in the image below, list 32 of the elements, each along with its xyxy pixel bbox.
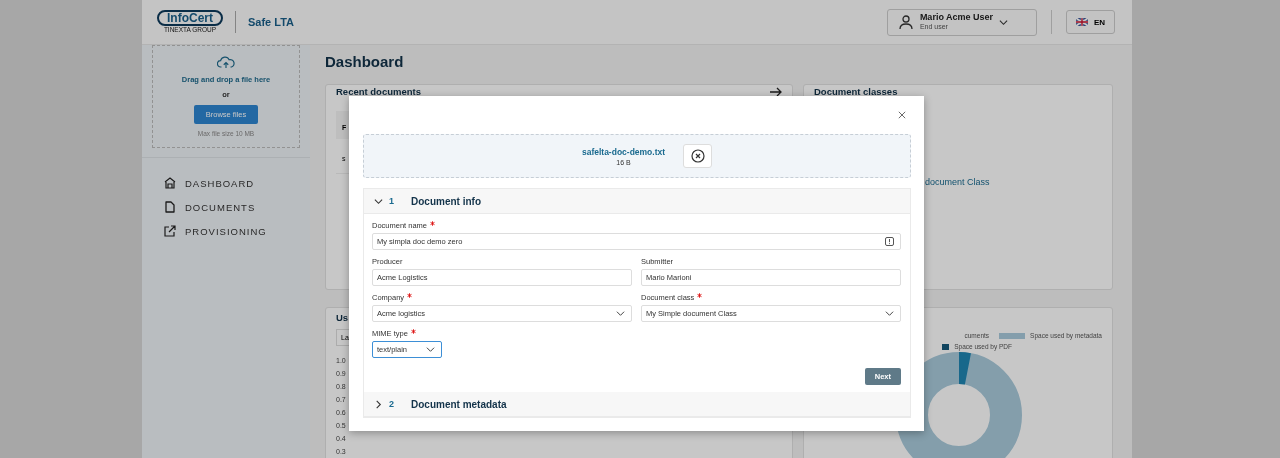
home-icon <box>164 177 176 189</box>
chevron-down-icon <box>999 17 1009 27</box>
file-name: safelta-doc-demo.txt <box>581 146 666 157</box>
nav-item[interactable]: DASHBOARD <box>164 177 310 189</box>
document-icon <box>164 201 176 213</box>
arrow-right-icon[interactable] <box>770 87 782 97</box>
chevron-down-icon <box>426 345 435 354</box>
flag-icon <box>1075 18 1088 26</box>
nav-item[interactable]: PROVISIONING <box>164 225 310 237</box>
chevron-down-icon <box>374 196 383 206</box>
page-title: Dashboard <box>325 53 405 70</box>
chevron-down-icon <box>616 309 625 318</box>
card-title: Recent documents <box>336 87 421 97</box>
step-header[interactable]: 1 Document info <box>364 189 910 214</box>
close-circle-icon <box>690 149 705 163</box>
chevron-down-icon <box>885 309 894 318</box>
cloud-upload-icon <box>217 56 235 69</box>
document-class-link[interactable]: document Class <box>925 177 990 187</box>
close-icon[interactable] <box>898 111 906 119</box>
nav-item[interactable]: DOCUMENTS <box>164 201 310 213</box>
card-title: Document classes <box>814 87 898 97</box>
app-name: Safe LTA <box>248 16 295 28</box>
language-button[interactable]: EN <box>1065 10 1115 34</box>
alert-icon <box>885 237 894 246</box>
logo-name: InfoCert <box>157 10 223 26</box>
remove-file-button[interactable] <box>683 144 713 168</box>
external-link-icon <box>164 225 176 237</box>
user-name: Mario Acme User <box>919 13 994 22</box>
user-icon <box>897 14 914 30</box>
chevron-right-icon <box>374 399 383 409</box>
card-title: Us <box>336 313 349 323</box>
step-header[interactable]: 2 Document metadata <box>364 392 910 417</box>
